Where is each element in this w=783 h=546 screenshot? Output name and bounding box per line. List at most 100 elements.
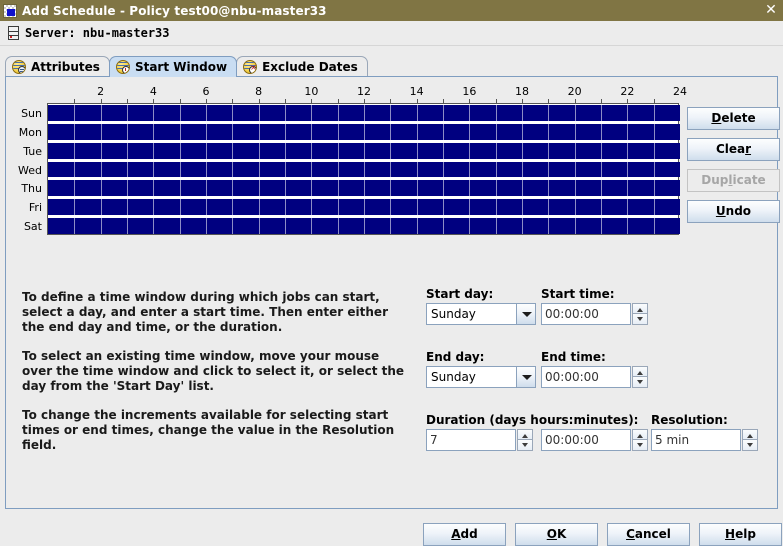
clear-button[interactable]: Clear	[687, 138, 780, 161]
start-day-label: Start day:	[426, 287, 494, 301]
resolution-spinner[interactable]: 5 min	[651, 429, 758, 451]
time-window-bar[interactable]	[48, 123, 680, 140]
globe-lines-icon	[12, 60, 26, 74]
day-tick-label: Sat	[23, 220, 42, 234]
tab-start-window[interactable]: Start Window	[108, 56, 238, 77]
duration-time-stepper[interactable]	[632, 429, 648, 451]
time-window-bar[interactable]	[48, 180, 680, 197]
instruction-paragraph: To select an existing time window, move …	[22, 349, 405, 393]
resolution-decrement[interactable]	[742, 440, 758, 451]
hour-tick-label: 20	[567, 85, 582, 98]
end-time-stepper[interactable]	[632, 366, 648, 388]
start-time-stepper[interactable]	[632, 303, 648, 325]
start-day-select[interactable]: Sunday	[426, 303, 536, 325]
clock-badge-icon	[121, 66, 129, 73]
start-time-label: Start time:	[541, 287, 615, 301]
duration-time-decrement[interactable]	[632, 440, 648, 451]
start-time-increment[interactable]	[632, 303, 648, 314]
window-icon	[3, 3, 17, 18]
hour-tick-label: 4	[149, 85, 157, 98]
start-time-spinner[interactable]: 00:00:00	[541, 303, 648, 325]
end-time-spinner[interactable]: 00:00:00	[541, 366, 648, 388]
day-tick-label: Wed	[18, 163, 42, 177]
tab-label: Attributes	[31, 60, 100, 74]
hour-tick-label: 24	[673, 85, 687, 98]
window-titlebar: Add Schedule - Policy test00@nbu-master3…	[0, 0, 783, 21]
tab-label: Exclude Dates	[262, 60, 358, 74]
ok-button[interactable]: OK	[515, 523, 598, 546]
instructions-text: To define a time window during which job…	[22, 290, 412, 467]
end-day-label: End day:	[426, 350, 485, 364]
hour-tick-label: 16	[462, 85, 477, 98]
hour-tick-label: 8	[255, 85, 263, 98]
tab-exclude-dates[interactable]: Exclude Dates	[236, 56, 368, 77]
undo-button[interactable]: Undo	[687, 200, 780, 223]
end-time-input[interactable]: 00:00:00	[541, 366, 631, 388]
schedule-grid-bars	[48, 104, 680, 234]
start-day-value: Sunday	[431, 307, 476, 321]
duration-time-increment[interactable]	[632, 429, 648, 440]
server-icon	[8, 26, 19, 40]
resolution-input[interactable]: 5 min	[651, 429, 741, 451]
resolution-stepper[interactable]	[742, 429, 758, 451]
globe-clock-icon	[115, 60, 130, 74]
hour-tick-label: 14	[409, 85, 424, 98]
time-window-bar[interactable]	[48, 105, 680, 121]
day-tick-label: Tue	[23, 144, 42, 158]
instruction-paragraph: To change the increments available for s…	[22, 408, 395, 452]
start-window-panel: 2 4 6 8 10 12 14 16 18 20 22 24 Sun Mon Tue Wed Thu Fri S…	[5, 76, 780, 509]
end-day-value: Sunday	[431, 370, 476, 384]
grid-action-buttons: Delete Clear Duplicate Undo	[687, 107, 780, 231]
hour-tick-label: 22	[620, 85, 635, 98]
time-window-bar[interactable]	[48, 199, 680, 216]
end-time-increment[interactable]	[632, 366, 648, 377]
add-button[interactable]: Add	[423, 523, 506, 546]
chevron-down-icon[interactable]	[516, 304, 535, 324]
server-header: Server: nbu-master33	[0, 21, 783, 46]
start-time-input[interactable]: 00:00:00	[541, 303, 631, 325]
server-label: Server: nbu-master33	[25, 26, 170, 40]
end-time-decrement[interactable]	[632, 377, 648, 388]
hour-axis: 2 4 6 8 10 12 14 16 18 20 22 24	[47, 85, 687, 103]
hour-tick-label: 2	[97, 85, 105, 98]
delete-button[interactable]: Delete	[687, 107, 780, 130]
start-time-decrement[interactable]	[632, 314, 648, 325]
end-time-label: End time:	[541, 350, 606, 364]
lines-badge-icon	[18, 66, 25, 73]
day-axis: Sun Mon Tue Wed Thu Fri Sat	[6, 105, 46, 233]
duration-time-input[interactable]: 00:00:00	[541, 429, 631, 451]
hour-tick-label: 6	[202, 85, 210, 98]
duration-days-spinner[interactable]: 7	[426, 429, 533, 451]
duration-days-increment[interactable]	[517, 429, 533, 440]
duplicate-button: Duplicate	[687, 169, 780, 192]
time-window-bar[interactable]	[48, 142, 680, 159]
help-button[interactable]: Help	[699, 523, 782, 546]
day-tick-label: Mon	[18, 125, 42, 139]
tab-attributes[interactable]: Attributes	[5, 56, 110, 77]
tab-label: Start Window	[134, 60, 228, 74]
cancel-button[interactable]: Cancel	[607, 523, 690, 546]
end-day-select[interactable]: Sunday	[426, 366, 536, 388]
day-tick-label: Fri	[28, 201, 42, 215]
tab-bar: Attributes Start Window Exclude Dates	[5, 55, 778, 77]
chevron-down-icon[interactable]	[516, 367, 535, 387]
instruction-paragraph: To define a time window during which job…	[22, 290, 388, 334]
hour-tick-label: 10	[304, 85, 319, 98]
close-icon[interactable]: ✕	[763, 2, 779, 18]
day-tick-label: Thu	[21, 182, 42, 196]
dialog-button-bar: Add OK Cancel Help	[0, 511, 783, 546]
duration-days-decrement[interactable]	[517, 440, 533, 451]
time-window-bar[interactable]	[48, 218, 680, 234]
resolution-label: Resolution:	[651, 413, 728, 427]
window-title: Add Schedule - Policy test00@nbu-master3…	[22, 3, 327, 18]
duration-time-spinner[interactable]: 00:00:00	[541, 429, 648, 451]
globe-cross-icon	[243, 60, 258, 74]
cross-badge-icon	[249, 64, 257, 73]
day-tick-label: Sun	[21, 107, 42, 120]
schedule-grid[interactable]	[47, 99, 680, 235]
duration-label: Duration (days hours:minutes):	[426, 413, 639, 427]
duration-days-input[interactable]: 7	[426, 429, 516, 451]
duration-days-stepper[interactable]	[517, 429, 533, 451]
resolution-increment[interactable]	[742, 429, 758, 440]
time-window-bar[interactable]	[48, 161, 680, 178]
